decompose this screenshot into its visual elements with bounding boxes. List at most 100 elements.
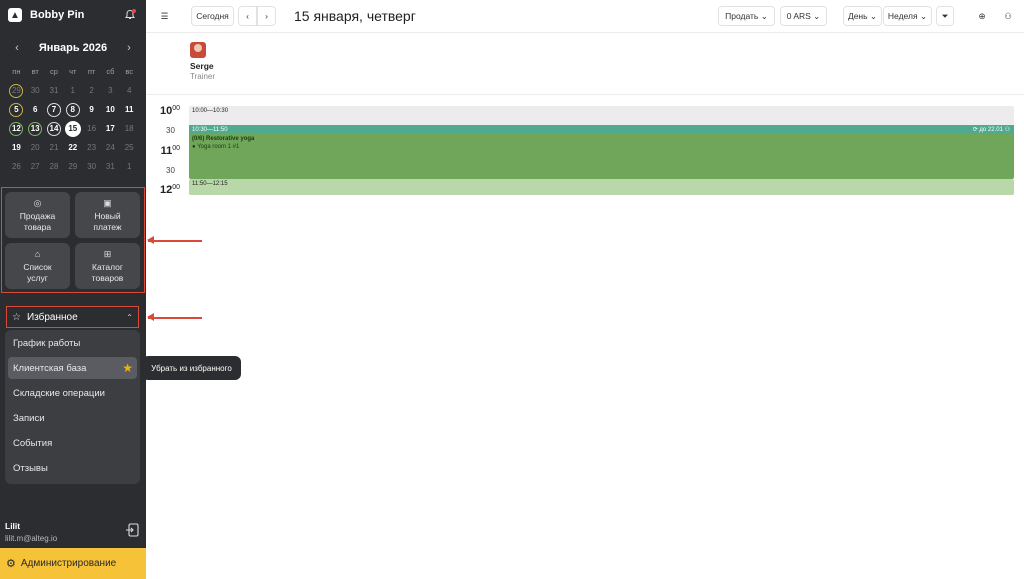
calendar-day[interactable]: 30 [26, 81, 45, 100]
calendar-day[interactable]: 22 [63, 138, 82, 157]
gear-icon: ⚙ [6, 558, 16, 570]
today-button[interactable]: Сегодня [191, 6, 234, 26]
calendar-day[interactable]: 29 [7, 81, 26, 100]
logout-icon[interactable] [125, 523, 139, 537]
event-title: (0/6) Restorative yoga [192, 136, 255, 142]
weekday-label: сб [106, 67, 115, 76]
avatar [190, 42, 206, 58]
calendar-day[interactable]: 25 [120, 138, 139, 157]
calendar-day[interactable]: 8 [63, 100, 82, 119]
weekday-row: пн вт ср чт пт сб вс [7, 62, 139, 81]
time-label-1030: 30 [166, 126, 175, 135]
zoom-icon[interactable]: ⊕ [972, 6, 992, 26]
appointment-slot[interactable]: 11:50—12:15 [189, 179, 1014, 195]
calendar-day[interactable]: 23 [82, 138, 101, 157]
weekday-label: вс [125, 67, 133, 76]
group-event[interactable]: 10:30—11:50 ⟳ до 22.01 ⚇ (0/6) Restorati… [189, 125, 1014, 179]
calendar-day[interactable]: 11 [120, 100, 139, 119]
week-row: 5 6 7 8 9 10 11 [7, 100, 139, 119]
divider [146, 94, 1024, 95]
calendar-day[interactable]: 18 [120, 119, 139, 138]
calendar-day[interactable]: 5 [7, 100, 26, 119]
calendar-day-today[interactable]: 15 [63, 119, 82, 138]
calendar-day[interactable]: 7 [45, 100, 64, 119]
brand[interactable]: ▲ Bobby Pin [8, 8, 84, 22]
calendar-day[interactable]: 13 [26, 119, 45, 138]
user-name: Lilit [5, 521, 21, 531]
filter-icon[interactable]: ⏷ [936, 6, 954, 26]
services-icon: ⌂ [34, 248, 41, 259]
mini-calendar: пн вт ср чт пт сб вс 29 30 31 1 2 3 4 5 … [7, 62, 139, 176]
event-time: 10:30—11:50 [192, 126, 228, 133]
calendar-day[interactable]: 4 [120, 81, 139, 100]
calendar-day[interactable]: 1 [63, 81, 82, 100]
calendar-day[interactable]: 20 [26, 138, 45, 157]
calendar-day[interactable]: 1 [120, 157, 139, 176]
calendar-day[interactable]: 9 [82, 100, 101, 119]
user-info: Lilit lilit.m@alteg.io [5, 521, 57, 543]
sell-dropdown[interactable]: Продать ⌄ [718, 6, 775, 26]
annotation-arrow [147, 314, 202, 320]
appointment-time: 11:50—12:15 [192, 181, 228, 187]
favorite-item-warehouse[interactable]: Складские операции [8, 382, 137, 404]
next-day-icon[interactable]: › [257, 6, 276, 26]
event-repeat-info: ⟳ до 22.01 ⚇ [972, 127, 1010, 133]
resource-header[interactable]: Serge Trainer [190, 42, 215, 81]
notification-bell-icon[interactable] [124, 9, 136, 21]
day-view-dropdown[interactable]: День ⌄ [843, 6, 882, 26]
calendar-day[interactable]: 26 [7, 157, 26, 176]
favorite-item-reviews[interactable]: Отзывы [8, 457, 137, 479]
favorites-list: График работы Клиентская база ★ Складские… [5, 330, 140, 484]
favorites-header[interactable]: ☆ Избранное ⌃ [6, 306, 139, 328]
favorite-item-records[interactable]: Записи [8, 407, 137, 429]
calendar-day[interactable]: 24 [101, 138, 120, 157]
quick-action-new-payment[interactable]: ▣ Новый платеж [75, 192, 140, 238]
calendar-day[interactable]: 2 [82, 81, 101, 100]
tooltip: Убрать из избранного [142, 356, 241, 380]
calendar-day[interactable]: 10 [101, 100, 120, 119]
calendar-day[interactable]: 29 [63, 157, 82, 176]
resource-name: Serge [190, 61, 214, 71]
week-view-dropdown[interactable]: Неделя ⌄ [883, 6, 932, 26]
next-month-icon[interactable]: › [122, 42, 136, 54]
prev-day-icon[interactable]: ‹ [238, 6, 257, 26]
quick-action-product-catalog[interactable]: ⊞ Каталог товаров [75, 243, 140, 289]
brand-name: Bobby Pin [30, 9, 85, 21]
time-label-1130: 30 [166, 166, 175, 175]
menu-icon[interactable]: ☰ [154, 6, 175, 26]
favorite-item-client-base[interactable]: Клиентская база ★ [8, 357, 137, 379]
calendar-day[interactable]: 31 [101, 157, 120, 176]
star-filled-icon[interactable]: ★ [122, 361, 133, 375]
event-room: ● Yoga room 1 #1 [192, 144, 240, 150]
favorites-title: Избранное [26, 311, 78, 323]
month-title: Январь 2026 [38, 42, 108, 54]
calendar-day[interactable]: 17 [101, 119, 120, 138]
event-header: 10:30—11:50 ⟳ до 22.01 ⚇ [189, 125, 1014, 134]
weekday-label: пн [12, 67, 21, 76]
calendar-day[interactable]: 3 [101, 81, 120, 100]
calendar-day[interactable]: 31 [45, 81, 64, 100]
calendar-day[interactable]: 21 [45, 138, 64, 157]
calendar-day[interactable]: 28 [45, 157, 64, 176]
calendar-day[interactable]: 6 [26, 100, 45, 119]
weekday-label: чт [69, 67, 77, 76]
favorite-item-events[interactable]: События [8, 432, 137, 454]
calendar-day[interactable]: 14 [45, 119, 64, 138]
prev-month-icon[interactable]: ‹ [10, 42, 24, 54]
quick-action-sell-product[interactable]: ◎ Продажа товара [5, 192, 70, 238]
appointment-slot[interactable]: 10:00—10:30 [189, 106, 1014, 125]
time-label-10: 1000 [159, 105, 180, 117]
time-label-11: 1100 [160, 145, 180, 157]
favorite-item-schedule[interactable]: График работы [8, 332, 137, 354]
balance-dropdown[interactable]: 0 ARS ⌄ [780, 6, 827, 26]
calendar-day[interactable]: 12 [7, 119, 26, 138]
quick-action-services-list[interactable]: ⌂ Список услуг [5, 243, 70, 289]
user-settings-icon[interactable]: ⚇ [998, 6, 1018, 26]
chevron-up-icon: ⌃ [126, 312, 133, 322]
resource-role: Trainer [190, 72, 216, 81]
admin-button[interactable]: ⚙ Администрирование [0, 548, 146, 579]
calendar-day[interactable]: 30 [82, 157, 101, 176]
calendar-day[interactable]: 27 [26, 157, 45, 176]
calendar-day[interactable]: 19 [7, 138, 26, 157]
calendar-day[interactable]: 16 [82, 119, 101, 138]
